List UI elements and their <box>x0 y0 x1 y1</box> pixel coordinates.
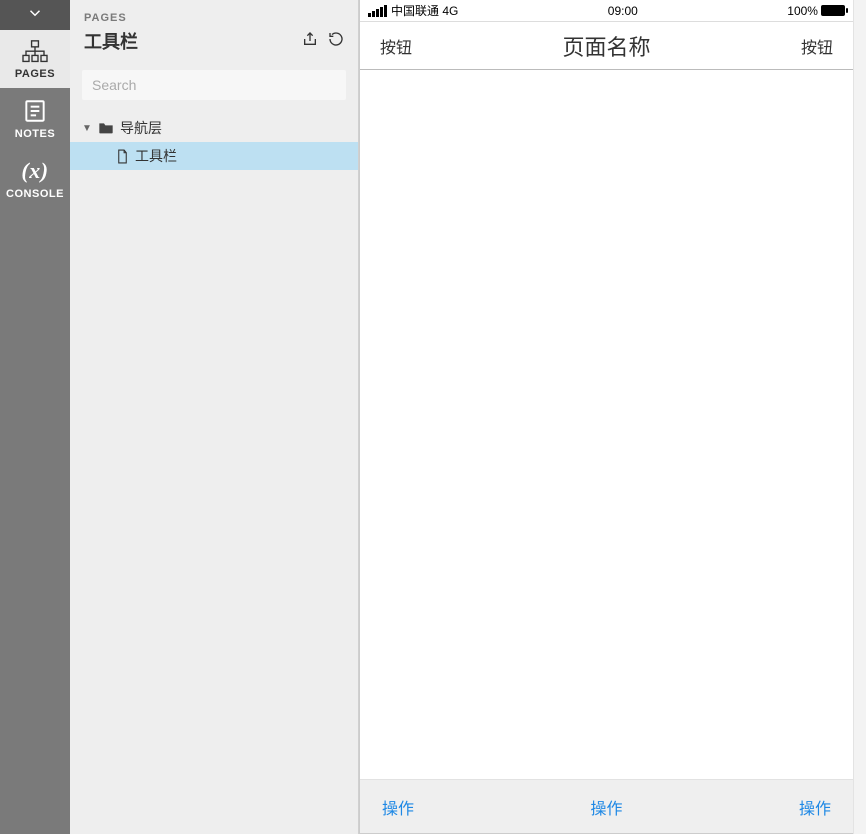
caret-down-icon: ▼ <box>82 123 92 134</box>
sitemap-icon <box>21 40 49 64</box>
battery-icon <box>821 5 845 16</box>
refresh-button[interactable] <box>328 31 344 52</box>
notes-icon <box>22 98 48 124</box>
canvas: 中国联通 4G 09:00 100% 按钮 页面名称 按钮 操作 操作 操作 <box>359 0 866 834</box>
rail-item-console[interactable]: (x) CONSOLE <box>0 148 70 208</box>
page-tree: ▼ 导航层 工具栏 <box>70 110 358 834</box>
phone-body <box>360 70 853 779</box>
variable-icon: (x) <box>0 158 70 184</box>
refresh-icon <box>328 31 344 47</box>
tabbar-item-3[interactable]: 操作 <box>799 795 831 819</box>
battery-label: 100% <box>787 4 818 18</box>
tree-page-label: 工具栏 <box>135 146 177 166</box>
phone-frame: 中国联通 4G 09:00 100% 按钮 页面名称 按钮 操作 操作 操作 <box>359 0 854 834</box>
chevron-down-icon <box>26 4 44 22</box>
rail-label: PAGES <box>0 68 70 80</box>
share-button[interactable] <box>302 31 318 52</box>
tree-folder-label: 导航层 <box>120 118 162 138</box>
clock-label: 09:00 <box>608 4 638 18</box>
rail-label: CONSOLE <box>0 188 70 200</box>
tabbar-item-2[interactable]: 操作 <box>590 795 622 819</box>
carrier-label: 中国联通 4G <box>391 2 458 19</box>
share-icon <box>302 31 318 47</box>
sidebar-eyebrow: PAGES <box>84 12 344 24</box>
folder-icon <box>98 121 114 135</box>
navbar-right-button[interactable]: 按钮 <box>801 34 833 58</box>
rail-item-notes[interactable]: NOTES <box>0 88 70 148</box>
signal-icon <box>368 5 387 17</box>
tree-page[interactable]: 工具栏 <box>70 142 358 170</box>
navbar-title: 页面名称 <box>562 30 650 62</box>
page-icon <box>116 149 129 164</box>
phone-navbar: 按钮 页面名称 按钮 <box>360 22 853 70</box>
rail-item-pages[interactable]: PAGES <box>0 30 70 88</box>
pages-sidebar: PAGES 工具栏 ▼ <box>70 0 359 834</box>
rail-collapse[interactable] <box>0 0 70 30</box>
left-rail: PAGES NOTES (x) CONSOLE <box>0 0 70 834</box>
search-input[interactable] <box>82 70 346 100</box>
page-title: 工具栏 <box>84 28 138 54</box>
navbar-left-button[interactable]: 按钮 <box>380 34 412 58</box>
tabbar-item-1[interactable]: 操作 <box>382 795 414 819</box>
rail-label: NOTES <box>0 128 70 140</box>
phone-statusbar: 中国联通 4G 09:00 100% <box>360 0 853 22</box>
tree-folder[interactable]: ▼ 导航层 <box>70 114 358 142</box>
phone-tabbar: 操作 操作 操作 <box>360 779 853 833</box>
